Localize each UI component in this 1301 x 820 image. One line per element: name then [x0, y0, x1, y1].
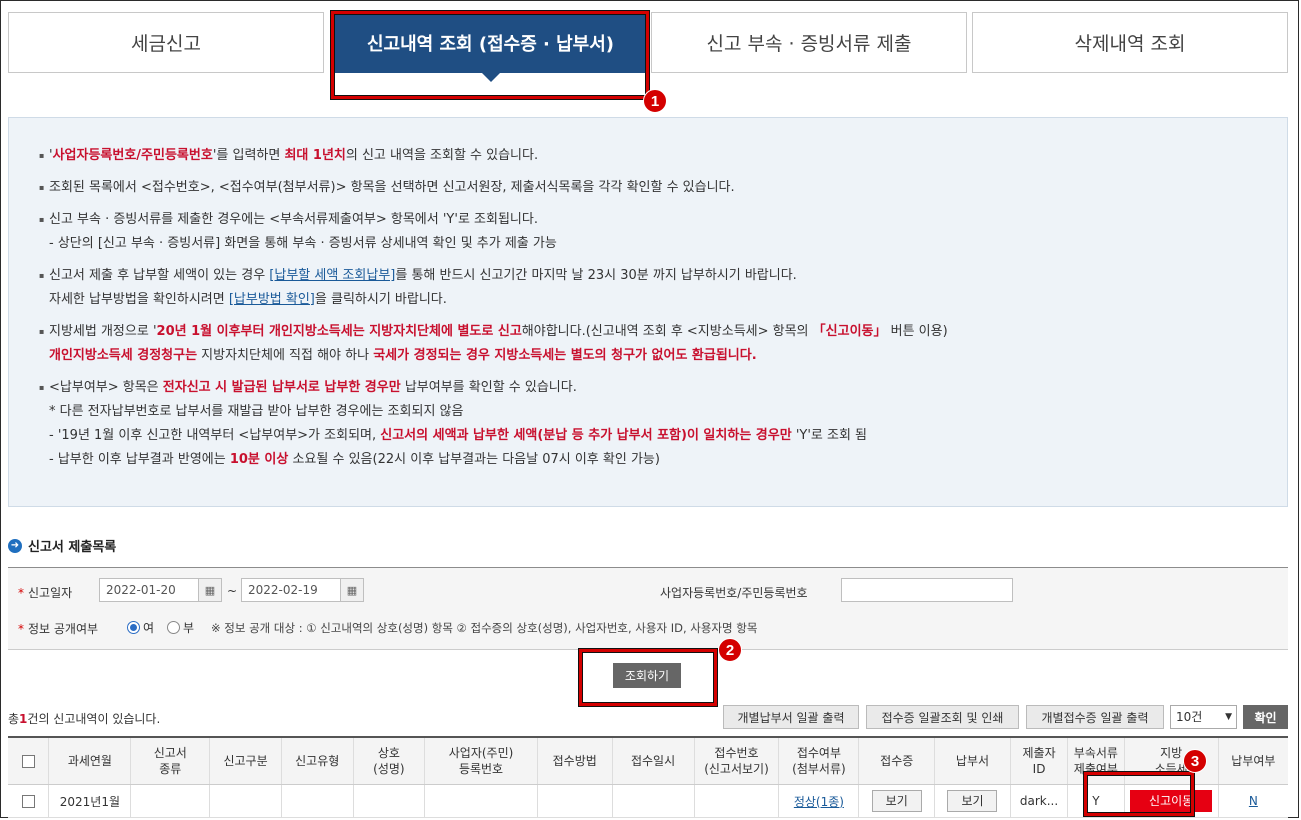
public-yes-radio[interactable]: 여 [127, 619, 154, 636]
table-header: 부속서류 제출여부 [1067, 736, 1125, 785]
notice-subline: 자세한 납부방법을 확인하시려면 [납부방법 확인]을 클릭하시기 바랍니다. [49, 292, 447, 307]
individual-receipt-print-button[interactable]: 개별접수증 일괄 출력 [1026, 705, 1164, 729]
table-header: 신고유형 [280, 736, 354, 785]
tab-tax-filing[interactable]: 세금신고 [8, 12, 324, 73]
notice-subline: - 납부한 이후 납부결과 반영에는 10분 이상 소요될 수 있음(22시 이… [49, 452, 660, 467]
checkbox-icon [21, 795, 35, 808]
table-header: 신고서 종류 [130, 736, 210, 785]
public-no-radio[interactable]: 부 [167, 619, 194, 636]
tab-deleted-history[interactable]: 삭제내역 조회 [972, 12, 1288, 73]
notice-line: 신고 부속 · 증빙서류를 제출한 경우에는 <부속서류제출여부> 항목에서 '… [39, 208, 1287, 232]
notice-line: '사업자등록번호/주민등록번호'를 입력하면 최대 1년치의 신고 내역을 조회… [39, 144, 1287, 168]
table-header: 납부서 [934, 736, 1011, 785]
paid-status-link[interactable]: N [1249, 794, 1258, 808]
bizno-input[interactable] [841, 578, 1013, 602]
notice-line: 신고서 제출 후 납부할 세액이 있는 경우 [납부할 세액 조회납부]를 통해… [39, 264, 1287, 288]
cell-submitter: dark... [1009, 784, 1068, 818]
tab-label: 신고내역 조회 (접수증 · 납부서) [366, 33, 615, 55]
cell-empty [352, 784, 425, 818]
public-note: ※ 정보 공개 대상 : ① 신고내역의 상호(성명) 항목 ② 접수증의 상호… [211, 621, 758, 635]
notice-line: <납부여부> 항목은 전자신고 시 발급된 납부서로 납부한 경우만 납부여부를… [39, 376, 1287, 400]
section-title: ➜ 신고서 제출목록 [8, 536, 116, 555]
view-payment-button[interactable]: 보기 [947, 790, 998, 812]
date-from-input[interactable]: 2022-01-20 [99, 578, 199, 602]
cell-receipt: 보기 [858, 784, 935, 818]
result-count: 총1건의 신고내역이 있습니다. [8, 712, 161, 726]
bulk-receipt-print-button[interactable]: 접수증 일괄조회 및 인쇄 [866, 705, 1019, 729]
search-button[interactable]: 조회하기 [613, 663, 681, 688]
date-separator: ~ [227, 584, 238, 598]
callout-badge-3: 3 [1183, 749, 1207, 773]
radio-selected-icon [127, 621, 140, 634]
table-header-row: 과세연월 신고서 종류 신고구분 신고유형 상호 (성명) 사업자(주민) 등록… [8, 736, 1288, 785]
notice-line: 조회된 목록에서 <접수번호>, <접수여부(첨부서류)> 항목을 선택하면 신… [39, 176, 1287, 200]
cell-empty [209, 784, 282, 818]
arrow-circle-icon: ➜ [8, 538, 22, 553]
row-checkbox[interactable] [8, 784, 49, 818]
search-panel: * 신고일자 2022-01-20 ▦ ~ 2022-02-19 ▦ 사업자등록번… [8, 567, 1288, 650]
cell-empty [424, 784, 538, 818]
table-header: 사업자(주민) 등록번호 [424, 736, 538, 785]
table-header: 납부여부 [1217, 736, 1288, 785]
tab-bar: 세금신고 신고내역 조회 (접수증 · 납부서) 신고 부속 · 증빙서류 제출… [8, 12, 1288, 82]
notice-box: '사업자등록번호/주민등록번호'를 입력하면 최대 1년치의 신고 내역을 조회… [8, 117, 1288, 507]
pay-tax-link[interactable]: [납부할 세액 조회납부] [269, 268, 395, 283]
payment-method-link[interactable]: [납부방법 확인] [229, 292, 315, 307]
table-header: 과세연월 [48, 736, 131, 785]
page-size-select[interactable]: 10건 ▼ [1170, 705, 1237, 729]
calendar-icon[interactable]: ▦ [340, 578, 364, 602]
table-header: 접수방법 [536, 736, 613, 785]
cell-empty [536, 784, 613, 818]
confirm-button[interactable]: 확인 [1243, 705, 1288, 729]
notice-line: 지방세법 개정으로 '20년 1월 이후부터 개인지방소득세는 지방자치단체에 … [39, 320, 1287, 344]
cell-empty [693, 784, 779, 818]
view-receipt-button[interactable]: 보기 [871, 790, 922, 812]
table-header: 신고구분 [209, 736, 282, 785]
bulk-payment-print-button[interactable]: 개별납부서 일괄 출력 [723, 705, 859, 729]
cell-empty [611, 784, 694, 818]
table-header: 접수여부 (첨부서류) [778, 736, 859, 785]
cell-status: 정상(1종) [778, 784, 859, 818]
cell-empty [280, 784, 354, 818]
cell-payment: 보기 [934, 784, 1011, 818]
cell-empty [130, 784, 210, 818]
callout-badge-1: 1 [643, 89, 667, 113]
cell-period: 2021년1월 [48, 784, 131, 818]
tab-attachment-submit[interactable]: 신고 부속 · 증빙서류 제출 [651, 12, 967, 73]
calendar-icon[interactable]: ▦ [198, 578, 222, 602]
cell-attach: Y [1067, 784, 1125, 818]
date-label: * 신고일자 [18, 586, 73, 600]
status-link[interactable]: 정상(1종) [794, 795, 844, 809]
select-all-checkbox[interactable] [8, 736, 49, 785]
cell-local: 신고이동 [1123, 784, 1219, 818]
radio-empty-icon [167, 621, 180, 634]
table-header: 제출자 ID [1009, 736, 1068, 785]
notice-subline: - 상단의 [신고 부속 · 증빙서류] 화면을 통해 부속 · 증빙서류 상세… [49, 236, 557, 251]
table-row: 2021년1월 정상(1종) 보기 보기 dark... Y 신고이동 N [8, 784, 1288, 818]
checkbox-icon [21, 755, 35, 768]
notice-subline: 개인지방소득세 경정청구는 지방자치단체에 직접 해야 하나 국세가 경정되는 … [49, 348, 757, 363]
tab-label: 신고 부속 · 증빙서류 제출 [706, 33, 912, 55]
notice-subline: - '19년 1월 이후 신고한 내역부터 <납부여부>가 조회되며, 신고서의… [49, 428, 868, 443]
chevron-down-icon: ▼ [1225, 712, 1232, 722]
cell-paid: N [1217, 784, 1288, 818]
report-move-button[interactable]: 신고이동 [1130, 790, 1213, 812]
table-header: 접수일시 [611, 736, 694, 785]
table-header: 상호 (성명) [352, 736, 425, 785]
date-to-input[interactable]: 2022-02-19 [241, 578, 341, 602]
tab-label: 세금신고 [131, 33, 201, 55]
notice-subline: * 다른 전자납부번호로 납부서를 재발급 받아 납부한 경우에는 조회되지 않… [49, 404, 464, 419]
tab-label: 삭제내역 조회 [1074, 33, 1186, 55]
tab-filing-history[interactable]: 신고내역 조회 (접수증 · 납부서) [334, 12, 647, 82]
table-header: 접수번호 (신고서보기) [693, 736, 779, 785]
table-header: 접수증 [858, 736, 935, 785]
filing-table: 과세연월 신고서 종류 신고구분 신고유형 상호 (성명) 사업자(주민) 등록… [8, 736, 1288, 818]
public-label: * 정보 공개여부 [18, 622, 99, 636]
bizno-label: 사업자등록번호/주민등록번호 [660, 586, 808, 600]
callout-badge-2: 2 [718, 638, 742, 662]
